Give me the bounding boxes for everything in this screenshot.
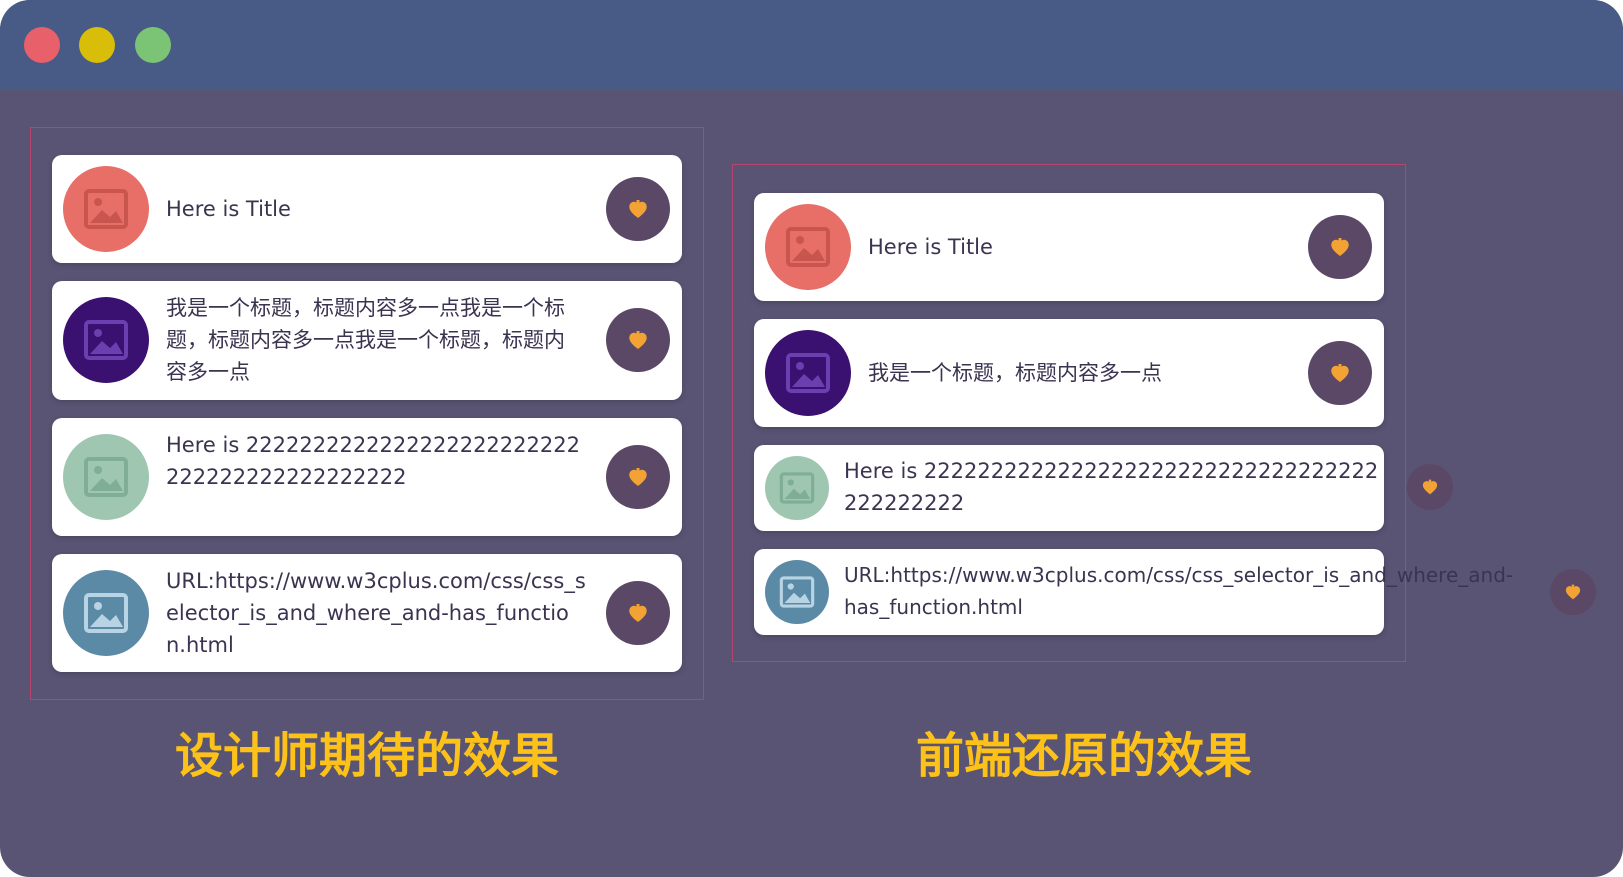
- avatar: [765, 456, 829, 520]
- list-item[interactable]: 我是一个标题，标题内容多一点我是一个标题，标题内容多一点我是一个标题，标题内容多…: [52, 281, 682, 400]
- heart-icon: [629, 331, 647, 349]
- list-item[interactable]: URL:https://www.w3cplus.com/css/css_sele…: [754, 549, 1513, 635]
- avatar: [63, 166, 149, 252]
- image-icon: [786, 227, 830, 267]
- list-item-title: 我是一个标题，标题内容多一点: [868, 361, 1162, 385]
- image-icon: [779, 576, 815, 608]
- favorite-button[interactable]: [606, 177, 670, 241]
- image-icon: [84, 320, 128, 360]
- app-window: Here is Title 我是一个标题，标题内容多一点我是一个标题，标题内容多…: [0, 0, 1623, 877]
- minimize-button[interactable]: [79, 27, 115, 63]
- image-icon: [84, 189, 128, 229]
- designer-expected-caption: 设计师期待的效果: [175, 728, 560, 784]
- avatar: [63, 434, 149, 520]
- list-item-title: Here is 22222222222222222222222222222222…: [166, 433, 580, 489]
- avatar: [63, 570, 149, 656]
- list-item-title: Here is Title: [166, 197, 291, 221]
- heart-icon: [629, 468, 647, 486]
- list-item[interactable]: Here is Title: [754, 193, 1384, 301]
- list-item-title: URL:https://www.w3cplus.com/css/css_sele…: [844, 563, 1514, 619]
- list-item-title: URL:https://www.w3cplus.com/css/css_sele…: [166, 569, 586, 657]
- favorite-button[interactable]: [606, 581, 670, 645]
- image-icon: [786, 353, 830, 393]
- favorite-button[interactable]: [1550, 569, 1596, 615]
- window-titlebar: [0, 0, 1623, 90]
- favorite-button[interactable]: [1308, 215, 1372, 279]
- heart-icon: [629, 604, 647, 622]
- frontend-result-caption: 前端还原的效果: [916, 728, 1253, 784]
- avatar: [765, 560, 829, 624]
- list-item[interactable]: 我是一个标题，标题内容多一点: [754, 319, 1384, 427]
- image-icon: [84, 457, 128, 497]
- favorite-button[interactable]: [1308, 341, 1372, 405]
- heart-icon: [1331, 364, 1349, 382]
- list-item[interactable]: Here is Title: [52, 155, 682, 263]
- heart-icon: [1331, 238, 1349, 256]
- list-item-title: Here is 22222222222222222222222222222222…: [844, 459, 1379, 515]
- list-item-title: Here is Title: [868, 235, 993, 259]
- list-item[interactable]: Here is 22222222222222222222222222222222…: [52, 418, 682, 536]
- heart-icon: [1565, 584, 1581, 600]
- favorite-button[interactable]: [606, 445, 670, 509]
- avatar: [63, 297, 149, 383]
- list-item[interactable]: Here is 22222222222222222222222222222222…: [754, 445, 1384, 531]
- list-item-title: 我是一个标题，标题内容多一点我是一个标题，标题内容多一点我是一个标题，标题内容多…: [166, 296, 565, 384]
- list-item[interactable]: URL:https://www.w3cplus.com/css/css_sele…: [52, 554, 682, 672]
- favorite-button[interactable]: [606, 308, 670, 372]
- avatar: [765, 204, 851, 290]
- close-button[interactable]: [24, 27, 60, 63]
- heart-icon: [1422, 479, 1438, 495]
- favorite-button[interactable]: [1407, 464, 1453, 510]
- avatar: [765, 330, 851, 416]
- image-icon: [779, 472, 815, 504]
- maximize-button[interactable]: [135, 27, 171, 63]
- image-icon: [84, 593, 128, 633]
- heart-icon: [629, 200, 647, 218]
